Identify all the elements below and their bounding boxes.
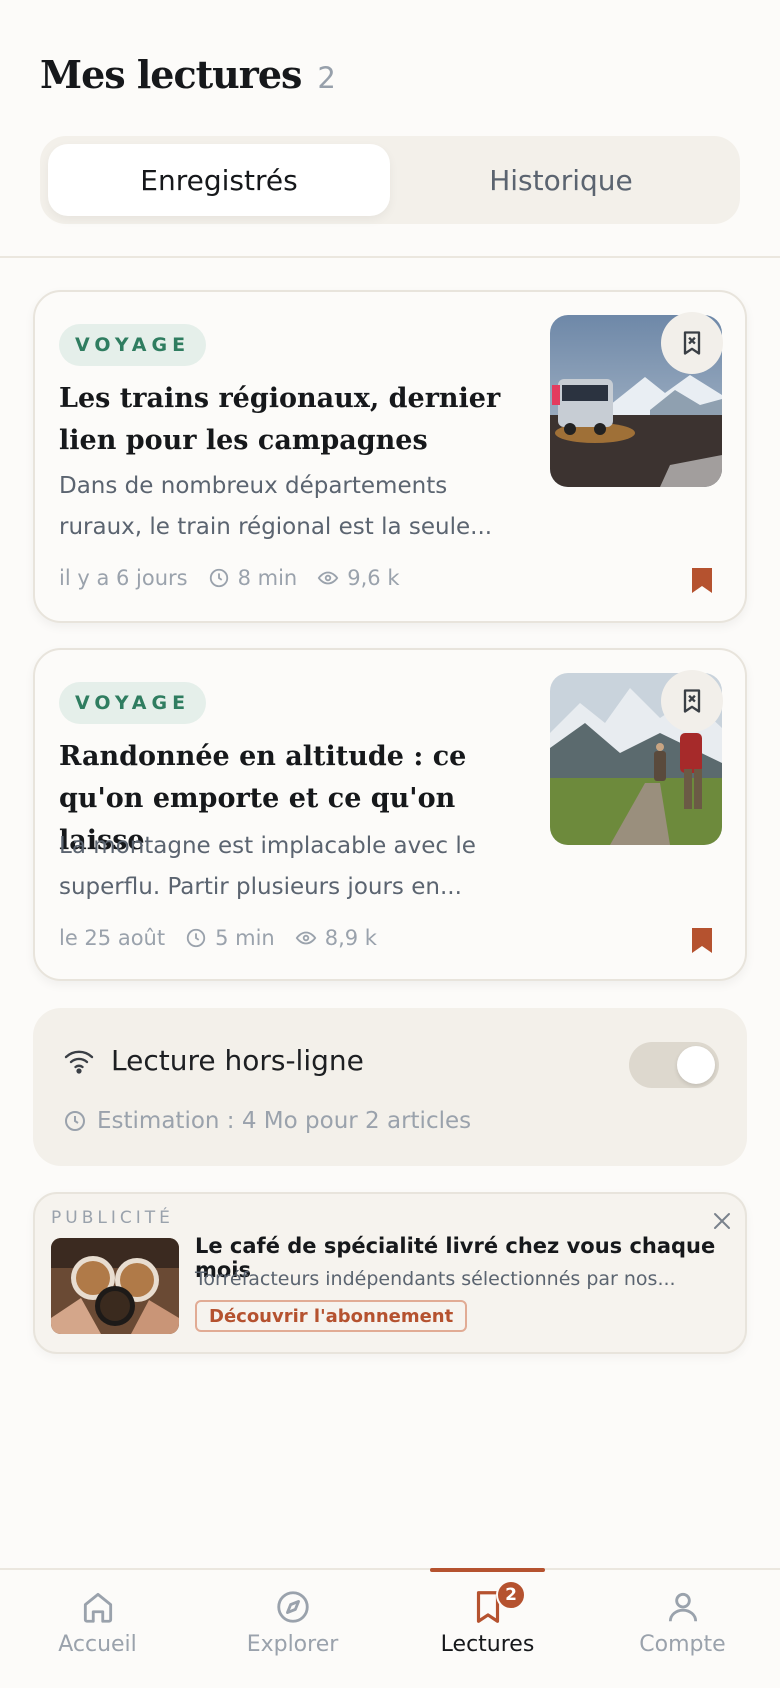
read-time: 5 min <box>185 926 275 950</box>
article-excerpt: La montagne est implacable avec le super… <box>59 833 476 900</box>
nav-home-label: Accueil <box>58 1632 137 1657</box>
category-tag: VOYAGE <box>59 682 207 724</box>
bookmark-filled-icon <box>692 568 712 593</box>
view-count-value: 8,9 k <box>324 926 377 950</box>
user-icon <box>668 1592 697 1622</box>
view-count-value: 9,6 k <box>347 566 400 590</box>
home-icon <box>83 1592 112 1623</box>
eye-icon <box>317 571 339 585</box>
read-time: 8 min <box>208 566 298 590</box>
tab-history[interactable]: Historique <box>390 144 732 216</box>
ad-banner[interactable]: PUBLICITÉ Le café de spécialité livré ch… <box>33 1192 747 1354</box>
clock-icon <box>209 568 228 588</box>
nav-account-label: Compte <box>639 1632 726 1657</box>
unsave-bookmark-icon <box>683 331 701 355</box>
offline-estimate: Estimation : 4 Mo pour 2 articles <box>63 1108 471 1134</box>
nav-home[interactable]: Accueil <box>0 1570 195 1688</box>
unsave-bookmark-icon <box>683 689 701 713</box>
page-header: Mes lectures 2 <box>40 52 336 97</box>
remove-bookmark-button[interactable] <box>661 312 723 374</box>
close-icon <box>714 1213 730 1229</box>
nav-explore[interactable]: Explorer <box>195 1570 390 1688</box>
article-card[interactable]: VOYAGE Randonnée en altitude : ce qu'on … <box>33 648 747 981</box>
nav-account[interactable]: Compte <box>585 1570 780 1688</box>
category-tag: VOYAGE <box>59 324 207 366</box>
read-time-value: 8 min <box>237 566 298 590</box>
wifi-icon <box>64 1050 94 1074</box>
header-divider <box>0 256 780 258</box>
ad-close-button[interactable] <box>713 1212 731 1234</box>
eye-icon <box>295 931 317 945</box>
compass-icon <box>276 1591 309 1623</box>
clock-icon <box>65 1111 85 1131</box>
article-excerpt: Dans de nombreux départements ruraux, le… <box>59 473 493 540</box>
ad-label: PUBLICITÉ <box>51 1208 174 1228</box>
article-card[interactable]: VOYAGE Les trains régionaux, dernier lie… <box>33 290 747 623</box>
readings-badge: 2 <box>496 1580 526 1610</box>
bottom-navigation: Accueil Explorer 2 Lectures Compte <box>0 1568 780 1688</box>
article-date: il y a 6 jours <box>59 566 188 590</box>
clock-icon <box>186 928 206 948</box>
article-title[interactable]: Les trains régionaux, dernier lien pour … <box>59 378 539 462</box>
offline-row: Lecture hors-ligne <box>63 1044 364 1077</box>
tab-saved[interactable]: Enregistrés <box>48 144 390 216</box>
view-count: 9,6 k <box>317 566 399 590</box>
offline-label: Lecture hors-ligne <box>111 1044 364 1077</box>
nav-explore-label: Explorer <box>246 1632 339 1657</box>
segmented-control: Enregistrés Historique <box>40 136 740 224</box>
bookmark-button[interactable] <box>691 926 713 958</box>
article-meta: il y a 6 jours 8 min 9,6 k <box>59 566 399 590</box>
ad-text: Torréfacteurs indépendants sélectionnés … <box>195 1268 676 1290</box>
nav-readings-label: Lectures <box>440 1632 535 1657</box>
offline-reading-panel: Lecture hors-ligne Estimation : 4 Mo pou… <box>33 1008 747 1166</box>
ad-cta-button[interactable]: Découvrir l'abonnement <box>195 1300 468 1332</box>
toggle-knob <box>677 1046 715 1084</box>
article-date: le 25 août <box>59 926 166 950</box>
read-time-value: 5 min <box>215 926 275 950</box>
article-meta: le 25 août 5 min 8,9 k <box>59 926 377 950</box>
remove-bookmark-button[interactable] <box>661 670 723 732</box>
ad-image[interactable] <box>51 1238 179 1334</box>
view-count: 8,9 k <box>295 926 377 950</box>
estimate-text: Estimation : 4 Mo pour 2 articles <box>97 1108 472 1134</box>
bookmark-button[interactable] <box>691 566 713 598</box>
saved-count: 2 <box>317 61 336 95</box>
nav-readings[interactable]: 2 Lectures <box>390 1568 585 1688</box>
bookmark-filled-icon <box>692 928 712 953</box>
page-title: Mes lectures <box>40 52 302 97</box>
coffee-cups-image <box>51 1238 179 1334</box>
offline-toggle[interactable] <box>629 1042 719 1088</box>
active-tab-indicator <box>430 1568 545 1572</box>
